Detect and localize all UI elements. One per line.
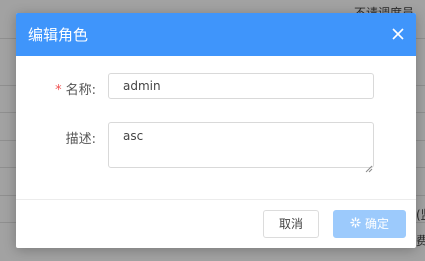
close-icon[interactable] [390,26,406,42]
cancel-button[interactable]: 取消 [263,210,319,238]
description-label: 描述: [65,132,96,147]
loading-spinner-icon [350,211,361,237]
footer-divider [16,199,416,200]
resize-grip-icon[interactable] [364,158,373,173]
name-form-row: * 名称: [16,72,416,100]
description-form-row: 描述: asc [16,122,416,173]
dialog-title: 编辑角色 [28,26,89,44]
edit-role-dialog: 编辑角色 *名称: 描述: asc 取消 [16,13,416,248]
role-description-textarea[interactable]: asc [108,122,374,168]
role-name-input[interactable] [108,73,374,99]
dialog-header: 编辑角色 [16,13,416,56]
confirm-button[interactable]: 确定 [333,210,406,238]
name-label: * 名称: [55,79,96,98]
required-mark: * [55,83,62,98]
background-cell-text: (监 [416,208,425,222]
background-cell-text: 费 [416,234,425,248]
confirm-label: 确定 [364,217,389,231]
name-label-text: 名称: [65,83,96,98]
